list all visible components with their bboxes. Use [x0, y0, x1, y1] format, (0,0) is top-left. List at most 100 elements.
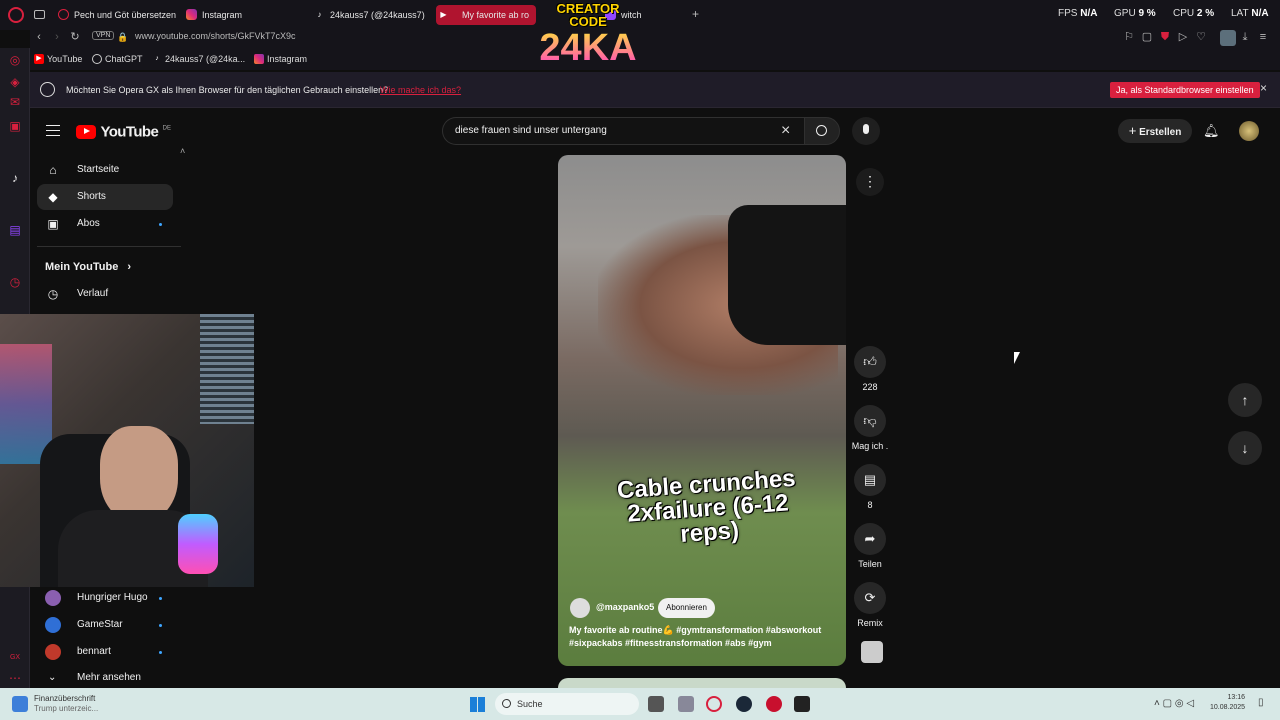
sidebar-section-my-youtube[interactable]: Mein YouTube ›	[45, 261, 131, 273]
clear-search-icon[interactable]: ×	[781, 122, 790, 140]
snapshot-icon[interactable]: ▢	[1140, 30, 1154, 44]
sidebar-item-subscriptions[interactable]: ▣ Abos	[37, 211, 173, 237]
new-content-dot	[159, 651, 162, 654]
short-video-player[interactable]: Cable crunches 2xfailure (6-12 reps) @ma…	[558, 155, 846, 666]
player-icon[interactable]: ▣	[7, 118, 23, 134]
channel-avatar	[45, 644, 61, 660]
search-input[interactable]: diese frauen sind unser untergang ×	[442, 117, 804, 145]
remix-icon: ⟳	[854, 582, 886, 614]
comment-icon: ▤	[854, 464, 886, 496]
new-content-dot	[159, 597, 162, 600]
vpn-badge[interactable]: VPN	[92, 31, 115, 40]
creator-code-overlay: CREATOR CODE 24KA	[533, 2, 643, 68]
menu-icon[interactable]: ≡	[1256, 30, 1270, 44]
next-short-button[interactable]: ↓	[1228, 431, 1262, 465]
messenger-icon[interactable]: ✉	[7, 94, 23, 110]
lat-stat: LAT N/A	[1231, 8, 1269, 19]
video-description[interactable]: My favorite ab routine💪 #gymtransformati…	[569, 624, 839, 650]
forward-icon[interactable]: ›	[50, 30, 64, 44]
video-caption: Cable crunches 2xfailure (6-12 reps)	[616, 464, 797, 548]
red-app-icon[interactable]	[766, 696, 782, 712]
more-side-icon[interactable]: ⋯	[7, 670, 23, 686]
tiktok-side-icon[interactable]: ♪	[7, 170, 23, 186]
like-button[interactable]: 👍︎ 228	[854, 346, 886, 392]
search-button[interactable]	[804, 117, 840, 145]
more-options-icon[interactable]: ⋮	[856, 168, 884, 196]
shield-icon[interactable]: ⛊	[1158, 30, 1172, 44]
news-widget-icon[interactable]	[12, 696, 28, 712]
youtube-logo[interactable]: YouTube DE	[76, 123, 171, 141]
subscribe-button[interactable]: Abonnieren	[658, 598, 715, 618]
close-icon[interactable]: ×	[1260, 81, 1267, 95]
account-avatar[interactable]	[1239, 121, 1259, 141]
subscription-item[interactable]: bennart	[37, 639, 173, 665]
tab-youtube-active[interactable]: ▶ My favorite ab ro	[436, 5, 536, 25]
youtube-logo-icon	[76, 124, 96, 139]
hamburger-menu-icon[interactable]	[46, 125, 60, 136]
notifications-bell-icon[interactable]: 🔔︎	[1203, 123, 1220, 139]
bookmark-tiktok[interactable]: ♪ 24kauss7 (@24ka...	[152, 54, 245, 64]
reload-icon[interactable]: ↻	[68, 30, 82, 44]
share-button[interactable]: ➦ Teilen	[854, 523, 886, 569]
thumbs-up-icon: 👍︎	[854, 346, 886, 378]
voice-search-button[interactable]	[852, 117, 880, 145]
share-icon: ➦	[854, 523, 886, 555]
create-button[interactable]: + Erstellen	[1118, 119, 1192, 143]
opera-home-icon[interactable]: ◎	[7, 52, 23, 68]
notification-center-icon[interactable]: ▯	[1258, 697, 1264, 708]
sidebar-item-shorts[interactable]: ◆ Shorts	[37, 184, 173, 210]
sidebar-item-history[interactable]: ◷ Verlauf	[37, 281, 173, 307]
settings-app-icon[interactable]	[678, 696, 694, 712]
bookmark-chatgpt[interactable]: ChatGPT	[92, 54, 143, 64]
share-label: Teilen	[858, 559, 882, 569]
set-default-button[interactable]: Ja, als Standardbrowser einstellen	[1110, 82, 1260, 98]
new-tab-button[interactable]: +	[692, 7, 699, 21]
task-view-icon[interactable]	[648, 696, 664, 712]
window-blinds	[200, 314, 254, 424]
tab-instagram[interactable]: Instagram	[184, 5, 304, 25]
download-icon[interactable]: ⤓	[1238, 30, 1252, 44]
subscription-item[interactable]: GameStar	[37, 612, 173, 638]
profile-avatar[interactable]	[1220, 30, 1236, 46]
next-short-preview[interactable]	[558, 678, 846, 688]
previous-short-button[interactable]: ↑	[1228, 383, 1262, 417]
player-control-icon[interactable]: ▷	[1176, 30, 1190, 44]
infobar-link[interactable]: Wie mache ich das?	[380, 85, 461, 95]
subscription-item[interactable]: Hungriger Hugo	[37, 585, 173, 611]
sidebar-collapse-chevron-icon[interactable]: ˄	[180, 146, 185, 156]
news-widget[interactable]: Finanzüberschrift Trump unterzeic...	[34, 694, 98, 714]
dislike-button[interactable]: 👎︎ Mag ich .	[852, 405, 888, 451]
channel-avatar[interactable]	[570, 598, 590, 618]
epic-games-app-icon[interactable]	[794, 696, 810, 712]
gx-corner-icon[interactable]: GX	[7, 650, 23, 666]
history-side-icon[interactable]: ◷	[7, 274, 23, 290]
new-content-dot	[159, 223, 162, 226]
comments-button[interactable]: ▤ 8	[854, 464, 886, 510]
url-field[interactable]: www.youtube.com/shorts/GkFVkT7cX9c	[135, 31, 296, 41]
heart-icon[interactable]: ♡	[1194, 30, 1208, 44]
tab-manager-icon[interactable]	[34, 10, 45, 19]
system-tray-icons[interactable]: ˄ ▢ ◎ ◁	[1154, 698, 1194, 709]
clock[interactable]: 13:16 10.08.2025	[1210, 693, 1245, 713]
bookmark-instagram[interactable]: Instagram	[254, 54, 307, 64]
tab-tiktok[interactable]: ♪ 24kauss7 (@24kauss7)	[312, 5, 430, 25]
remix-button[interactable]: ⟳ Remix	[854, 582, 886, 628]
steam-app-icon[interactable]	[736, 696, 752, 712]
overlay-brand: 24KA	[533, 28, 643, 68]
channel-name[interactable]: @maxpanko5	[596, 602, 654, 612]
opera-logo-icon[interactable]	[8, 7, 24, 23]
sidebar-item-home[interactable]: ⌂ Startseite	[37, 157, 173, 183]
twitch-side-icon[interactable]: ▤	[7, 222, 23, 238]
bookmark-icon[interactable]: ⚐	[1122, 30, 1136, 44]
taskbar-search[interactable]: Suche	[495, 693, 639, 715]
new-content-dot	[159, 624, 162, 627]
bookmark-youtube[interactable]: ▶ YouTube	[34, 54, 82, 64]
search-icon	[502, 699, 511, 708]
sound-thumbnail[interactable]	[861, 641, 883, 663]
back-icon[interactable]: ‹	[32, 30, 46, 44]
gx-control-icon[interactable]: ◈	[7, 74, 23, 90]
opera-gx-app-icon[interactable]	[706, 696, 722, 712]
default-browser-infobar: Möchten Sie Opera GX als Ihren Browser f…	[30, 72, 1280, 108]
start-windows-icon[interactable]	[470, 697, 485, 712]
tab-translate[interactable]: Pech und Göt übersetzen	[56, 5, 181, 25]
